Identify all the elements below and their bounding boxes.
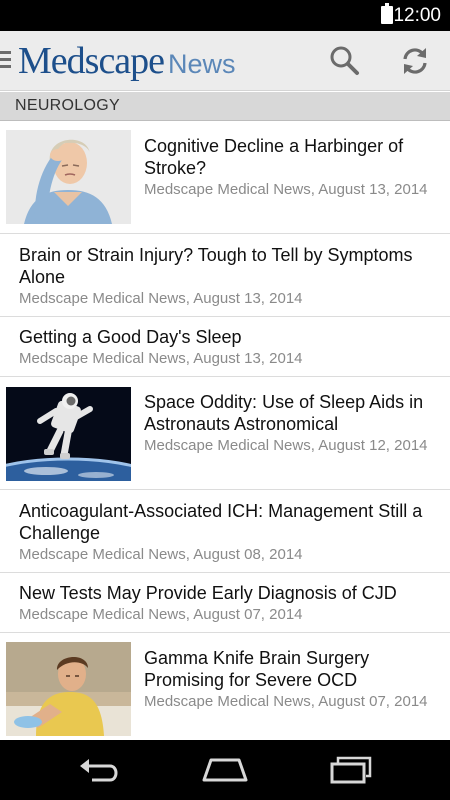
search-button[interactable] [327,43,363,79]
search-icon [330,46,359,75]
list-item[interactable]: Brain or Strain Injury? Tough to Tell by… [0,234,450,317]
article-title: Brain or Strain Injury? Tough to Tell by… [19,245,413,287]
recent-apps-button[interactable] [328,752,376,788]
refresh-button[interactable] [397,43,433,79]
logo-brand: Medscape [18,40,165,82]
status-clock: 12:00 [393,5,441,26]
logo-section: News [168,49,236,79]
list-item[interactable]: Anticoagulant-Associated ICH: Management… [0,490,450,573]
article-thumbnail-man-cleaning [6,642,131,736]
list-item[interactable]: New Tests May Provide Early Diagnosis of… [0,573,450,633]
refresh-icon [403,48,427,74]
article-meta: Medscape Medical News, August 13, 2014 [144,181,428,198]
back-button[interactable] [76,752,124,788]
article-list[interactable]: Cognitive Decline a Harbinger of Stroke?… [0,121,450,740]
home-icon [202,758,248,782]
app-bar: Medscape News [0,31,450,91]
article-title: Space Oddity: Use of Sleep Aids in Astro… [144,392,424,434]
article-thumbnail-astronaut [6,387,131,481]
article-meta: Medscape Medical News, August 07, 2014 [19,606,303,623]
section-title: NEUROLOGY [15,97,120,114]
menu-icon[interactable] [0,51,11,69]
battery-icon [381,3,393,24]
list-item[interactable]: Space Oddity: Use of Sleep Aids in Astro… [0,377,450,490]
article-meta: Medscape Medical News, August 08, 2014 [19,546,303,563]
article-title: Gamma Knife Brain Surgery Promising for … [144,648,370,690]
article-title: Cognitive Decline a Harbinger of Stroke? [144,136,404,178]
home-button[interactable] [201,752,249,788]
article-title: Anticoagulant-Associated ICH: Management… [19,501,423,543]
list-item[interactable]: Gamma Knife Brain Surgery Promising for … [0,633,450,740]
list-item[interactable]: Getting a Good Day's Sleep Medscape Medi… [0,317,450,377]
status-bar: 12:00 [0,0,450,31]
article-meta: Medscape Medical News, August 13, 2014 [19,290,303,307]
article-title: New Tests May Provide Early Diagnosis of… [19,583,397,603]
article-meta: Medscape Medical News, August 13, 2014 [19,350,303,367]
article-thumbnail-woman-headache [6,130,131,224]
back-icon [80,759,118,782]
app-logo[interactable]: Medscape News [18,39,236,83]
recent-apps-icon [330,756,372,784]
article-meta: Medscape Medical News, August 07, 2014 [144,693,428,710]
navigation-bar [0,740,450,800]
article-meta: Medscape Medical News, August 12, 2014 [144,437,428,454]
list-item[interactable]: Cognitive Decline a Harbinger of Stroke?… [0,121,450,234]
section-header: NEUROLOGY [0,92,450,121]
article-title: Getting a Good Day's Sleep [19,327,242,347]
